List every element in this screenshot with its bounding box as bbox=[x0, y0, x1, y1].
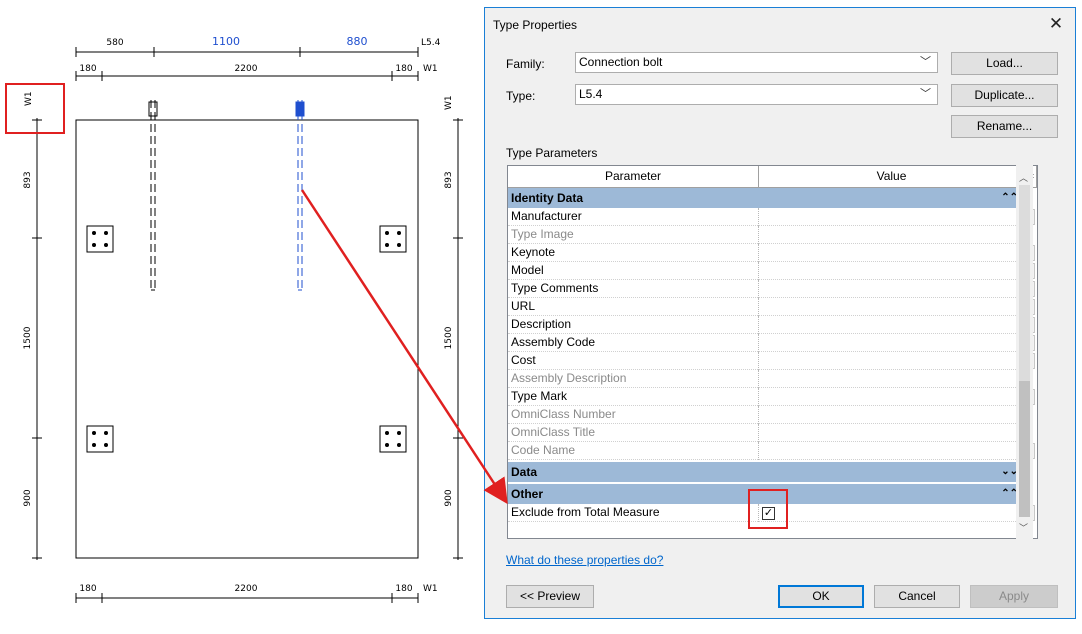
annotation-arrow bbox=[300, 189, 508, 505]
